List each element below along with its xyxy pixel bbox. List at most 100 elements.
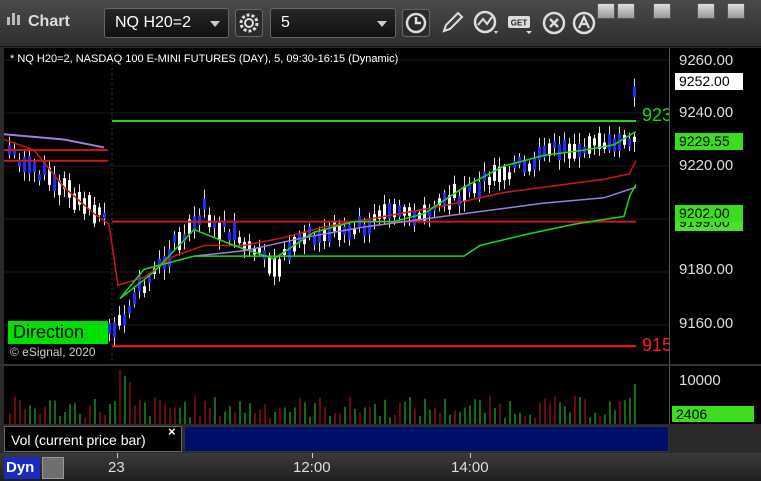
candle-body (113, 322, 116, 338)
chevron-down-icon[interactable] (377, 21, 387, 27)
candle-body (553, 140, 556, 148)
legend-bar (184, 426, 669, 452)
candle-body (398, 205, 401, 217)
candle-body (218, 222, 221, 241)
candle-body (473, 183, 476, 194)
candle-body (193, 216, 196, 232)
candle-body (413, 211, 416, 227)
close-icon[interactable]: × (168, 424, 176, 439)
candle-body (143, 286, 146, 294)
candle-body (628, 138, 631, 147)
y-label: 9240.00 (679, 104, 734, 121)
clock-icon[interactable] (402, 9, 430, 37)
candle-body (593, 138, 596, 146)
green-level-tag: 9229.55 (675, 133, 743, 150)
candle-body (538, 147, 541, 161)
time-label: 14:00 (451, 459, 489, 476)
chevron-down-icon[interactable] (210, 21, 220, 27)
volume-chart[interactable] (4, 366, 669, 424)
y-label: 9220.00 (679, 157, 734, 174)
candle-body (238, 237, 241, 244)
toolbar: Chart NQ H20=2 5 GET (0, 0, 761, 47)
maximize-button[interactable] (697, 3, 715, 19)
volume-y-label: 10000 (679, 372, 721, 389)
info-icon[interactable] (540, 9, 568, 37)
candle-body (558, 144, 561, 161)
window-title: Chart (28, 13, 70, 30)
fit-icon[interactable] (42, 457, 64, 479)
candle-body (173, 234, 176, 243)
candle-body (463, 186, 466, 202)
alert-icon[interactable] (570, 9, 598, 37)
candle-body (403, 207, 406, 216)
candle-body (493, 164, 496, 182)
candle-body (148, 276, 151, 283)
candle-body (478, 181, 481, 200)
time-tick (117, 453, 118, 458)
price-svg (3, 48, 669, 364)
candle-body (518, 156, 521, 165)
copyright: © eSignal, 2020 (10, 345, 96, 359)
candle-body (633, 136, 636, 142)
candle-body (288, 242, 291, 261)
candle-body (108, 323, 111, 334)
level-tag: 9202.00 (675, 205, 743, 222)
volume-svg (9, 370, 636, 424)
candle-body (488, 176, 491, 185)
candle-body (633, 86, 636, 98)
minimize-button[interactable] (653, 3, 671, 19)
interval-input[interactable]: 5 (270, 8, 396, 38)
candle-body (23, 156, 26, 173)
candle-body (328, 226, 331, 243)
candle-body (563, 139, 566, 154)
study-icon[interactable] (472, 9, 500, 37)
candle-body (268, 256, 271, 274)
candle-body (133, 292, 136, 305)
candle-body (38, 174, 41, 181)
candle-body (118, 315, 121, 326)
pencil-icon[interactable] (438, 9, 466, 37)
candle-body (33, 162, 36, 173)
chart-app-icon (7, 13, 20, 25)
volume-legend-label: Vol (current price bar) (11, 432, 146, 448)
candle-body (458, 196, 461, 206)
dynamic-mode-button[interactable]: Dyn (4, 457, 40, 479)
candle-body (68, 180, 71, 198)
direction-label: Direction (8, 321, 108, 344)
candle-body (198, 215, 201, 226)
link-button[interactable] (617, 3, 635, 19)
candle-body (203, 198, 206, 210)
time-axis[interactable]: Dyn 23 12:00 14:00 (0, 453, 761, 481)
candle-body (418, 212, 421, 220)
candle-body (348, 224, 351, 240)
y-label: 9260.00 (679, 52, 734, 69)
price-chart[interactable]: * NQ H20=2, NASDAQ 100 E-MINI FUTURES (D… (3, 48, 672, 364)
candle-body (28, 155, 31, 174)
candle-body (453, 183, 456, 199)
chart-description: * NQ H20=2, NASDAQ 100 E-MINI FUTURES (D… (10, 53, 399, 65)
get-data-icon[interactable]: GET (506, 9, 534, 37)
y-label: 9160.00 (679, 315, 734, 332)
candle-body (503, 166, 506, 181)
candle-body (228, 231, 231, 241)
candle-body (508, 172, 511, 180)
chart-window: Chart NQ H20=2 5 GET * NQ H20=2, NASDAQ … (0, 0, 761, 481)
gear-icon[interactable] (235, 9, 263, 37)
last-price-tag: 9252.00 (675, 73, 743, 90)
candle-body (468, 184, 471, 193)
help-button[interactable] (597, 3, 615, 19)
price-axis[interactable]: 9260.00 9252.00 9240.00 9229.55 9220.00 … (669, 48, 761, 364)
candle-body (608, 134, 611, 151)
volume-legend[interactable]: Vol (current price bar) (4, 426, 182, 452)
volume-current-tag: 2406 (672, 406, 754, 422)
time-tick (312, 453, 313, 458)
interval-value: 5 (281, 14, 290, 31)
close-button[interactable] (727, 3, 745, 19)
candle-body (233, 222, 236, 241)
candle-body (523, 160, 526, 173)
candle-body (278, 259, 281, 277)
time-label: 23 (108, 459, 125, 476)
svg-text:GET: GET (511, 19, 528, 28)
symbol-input[interactable]: NQ H20=2 (104, 8, 229, 38)
time-tick (470, 453, 471, 458)
